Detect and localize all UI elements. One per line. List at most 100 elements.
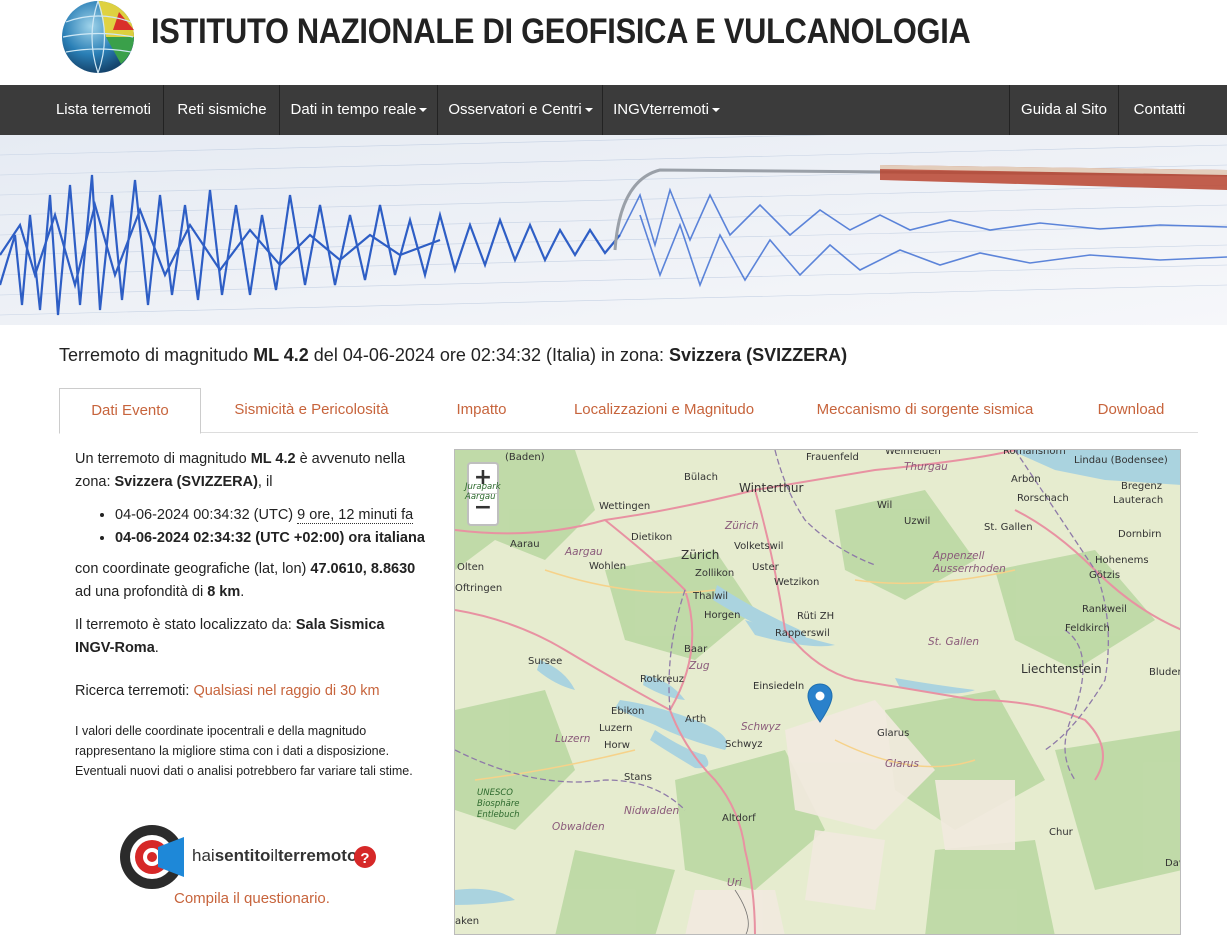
search-radius-link[interactable]: Qualsiasi nel raggio di 30 km — [193, 683, 379, 699]
located-label: Il terremoto è stato localizzato da: — [75, 617, 296, 633]
event-map[interactable]: + − (Baden) Frauenfeld Weinfelden Romans… — [454, 449, 1181, 935]
epicenter-marker-icon[interactable] — [807, 683, 833, 723]
coords-label: con coordinate geografiche (lat, lon) — [75, 561, 311, 577]
nav-osservatori-centri[interactable]: Osservatori e Centri — [439, 85, 603, 135]
map-label: Bülach — [684, 472, 718, 483]
map-label: Götzis — [1089, 570, 1121, 581]
map-label: Uri — [727, 877, 742, 889]
map-label: Altdorf — [722, 813, 756, 824]
site-header: ISTITUTO NAZIONALE DI GEOFISICA E VULCAN… — [0, 0, 1227, 85]
map-label: Dornbirn — [1118, 529, 1162, 540]
hai-sentito-logo: haisentitoilterremoto ? — [120, 825, 376, 889]
event-intro: Un terremoto di magnitudo ML 4.2 è avven… — [75, 448, 425, 494]
map-label: Uzwil — [904, 516, 931, 527]
depth-value: 8 km — [207, 584, 241, 600]
tab-impatto[interactable]: Impatto — [429, 388, 534, 433]
nav-ingvterremoti[interactable]: INGVterremoti — [604, 85, 729, 135]
map-label: Bregenz — [1121, 481, 1162, 492]
site-title: ISTITUTO NAZIONALE DI GEOFISICA E VULCAN… — [151, 12, 971, 51]
map-label: Rapperswil — [775, 628, 830, 639]
map-label: Luzern — [555, 733, 591, 745]
intro-text: , il — [257, 474, 273, 490]
tab-dati-evento[interactable]: Dati Evento — [59, 388, 201, 434]
map-label: Thalwil — [693, 591, 729, 602]
seismogram-image — [0, 135, 1227, 325]
caret-down-icon — [419, 108, 428, 113]
nav-label: Guida al Sito — [1021, 101, 1107, 118]
map-label: Glarus — [885, 758, 919, 770]
map-label: Dietikon — [631, 532, 673, 543]
time-ago: 9 ore, 12 minuti fa — [297, 507, 414, 524]
hai-text: hai — [192, 846, 215, 865]
nav-label: Lista terremoti — [55, 101, 152, 118]
terremoto-text: terremoto — [278, 846, 357, 865]
nav-label: Reti sismiche — [177, 101, 267, 118]
map-label: Rankweil — [1082, 604, 1127, 615]
map-label: Obwalden — [552, 821, 605, 833]
map-label: Lauterach — [1113, 495, 1164, 506]
map-label: Aarau — [510, 539, 540, 550]
map-label: Oftringen — [455, 583, 503, 594]
nav-label: Contatti — [1133, 101, 1186, 118]
map-label: Zug — [689, 660, 710, 672]
tab-localizzazioni-magnitudo[interactable]: Localizzazioni e Magnitudo — [559, 388, 769, 433]
map-label: Schwyz — [725, 739, 763, 750]
map-label: St. Gallen — [928, 636, 979, 648]
questionnaire-link[interactable]: Compila il questionario. — [174, 890, 330, 907]
nav-contatti[interactable]: Contatti — [1119, 85, 1200, 135]
map-label: Lindau (Bodensee) — [1074, 455, 1168, 466]
event-magnitude: ML 4.2 — [250, 451, 296, 467]
event-headline: Terremoto di magnitudo ML 4.2 del 04-06-… — [59, 345, 847, 366]
map-label: Appenzell Ausserrhoden — [933, 550, 1006, 575]
event-details: Un terremoto di magnitudo ML 4.2 è avven… — [75, 448, 425, 791]
map-label: Wetzikon — [774, 577, 820, 588]
search-earthquakes: Ricerca terremoti: Qualsiasi nel raggio … — [75, 680, 425, 703]
map-label: Frauenfeld — [806, 452, 859, 463]
nav-label: Dati in tempo reale — [290, 101, 417, 118]
map-label: Sursee — [528, 656, 563, 667]
event-tabs: Dati Evento Sismicità e Pericolosità Imp… — [59, 388, 1198, 434]
map-label: Baar — [684, 644, 708, 655]
map-label: Arth — [685, 714, 707, 725]
tab-download[interactable]: Download — [1081, 388, 1181, 433]
ingv-globe-logo[interactable] — [61, 0, 136, 75]
map-label: Thurgau — [904, 461, 948, 473]
map-label: Zürich — [681, 548, 720, 562]
hai-sentito-banner[interactable]: haisentitoilterremoto ? — [118, 823, 388, 891]
disclaimer-text: I valori delle coordinate ipocentrali e … — [75, 724, 413, 778]
coords-value: 47.0610, 8.8630 — [310, 561, 416, 577]
utc-time: 04-06-2024 00:34:32 (UTC) — [115, 507, 294, 523]
svg-text:?: ? — [360, 850, 369, 867]
map-label: Luzern — [599, 723, 633, 734]
depth-label: ad una profondità di — [75, 584, 208, 600]
map-label: Aargau — [565, 546, 603, 558]
map-label: aken — [455, 916, 480, 927]
map-label: Rotkreuz — [640, 674, 684, 685]
map-label: Volketswil — [734, 541, 784, 552]
search-label: Ricerca terremoti: — [75, 683, 194, 699]
map-label: Olten — [457, 562, 485, 573]
nav-dati-tempo-reale[interactable]: Dati in tempo reale — [281, 85, 438, 135]
map-label: Ebikon — [611, 706, 645, 717]
nav-guida-sito[interactable]: Guida al Sito — [1009, 85, 1119, 135]
map-label: Liechtenstein — [1021, 662, 1102, 676]
event-times: 04-06-2024 00:34:32 (UTC) 9 ore, 12 minu… — [115, 504, 425, 550]
map-label: Romanshorn — [1003, 449, 1066, 457]
tab-meccanismo-sorgente[interactable]: Meccanismo di sorgente sismica — [794, 388, 1056, 433]
map-label: Winterthur — [739, 481, 804, 495]
nav-lista-terremoti[interactable]: Lista terremoti — [44, 85, 164, 135]
nav-reti-sismiche[interactable]: Reti sismiche — [165, 85, 280, 135]
map-label: Rorschach — [1017, 493, 1069, 504]
caret-down-icon — [711, 108, 720, 113]
map-label: Wohlen — [589, 561, 627, 572]
map-label: Davos — [1165, 858, 1180, 869]
svg-text:haisentitoilterremoto: haisentitoilterremoto — [192, 846, 357, 865]
map-label: Horgen — [704, 610, 741, 621]
map-label: Jurapark Aargau — [465, 482, 501, 502]
map-label: Zollikon — [695, 568, 735, 579]
map-label: Chur — [1049, 827, 1073, 838]
sentito-text: sentito — [215, 846, 271, 865]
map-label: St. Gallen — [984, 522, 1033, 533]
tab-sismicita-pericolosita[interactable]: Sismicità e Pericolosità — [219, 388, 404, 433]
intro-text: Un terremoto di magnitudo — [75, 451, 251, 467]
